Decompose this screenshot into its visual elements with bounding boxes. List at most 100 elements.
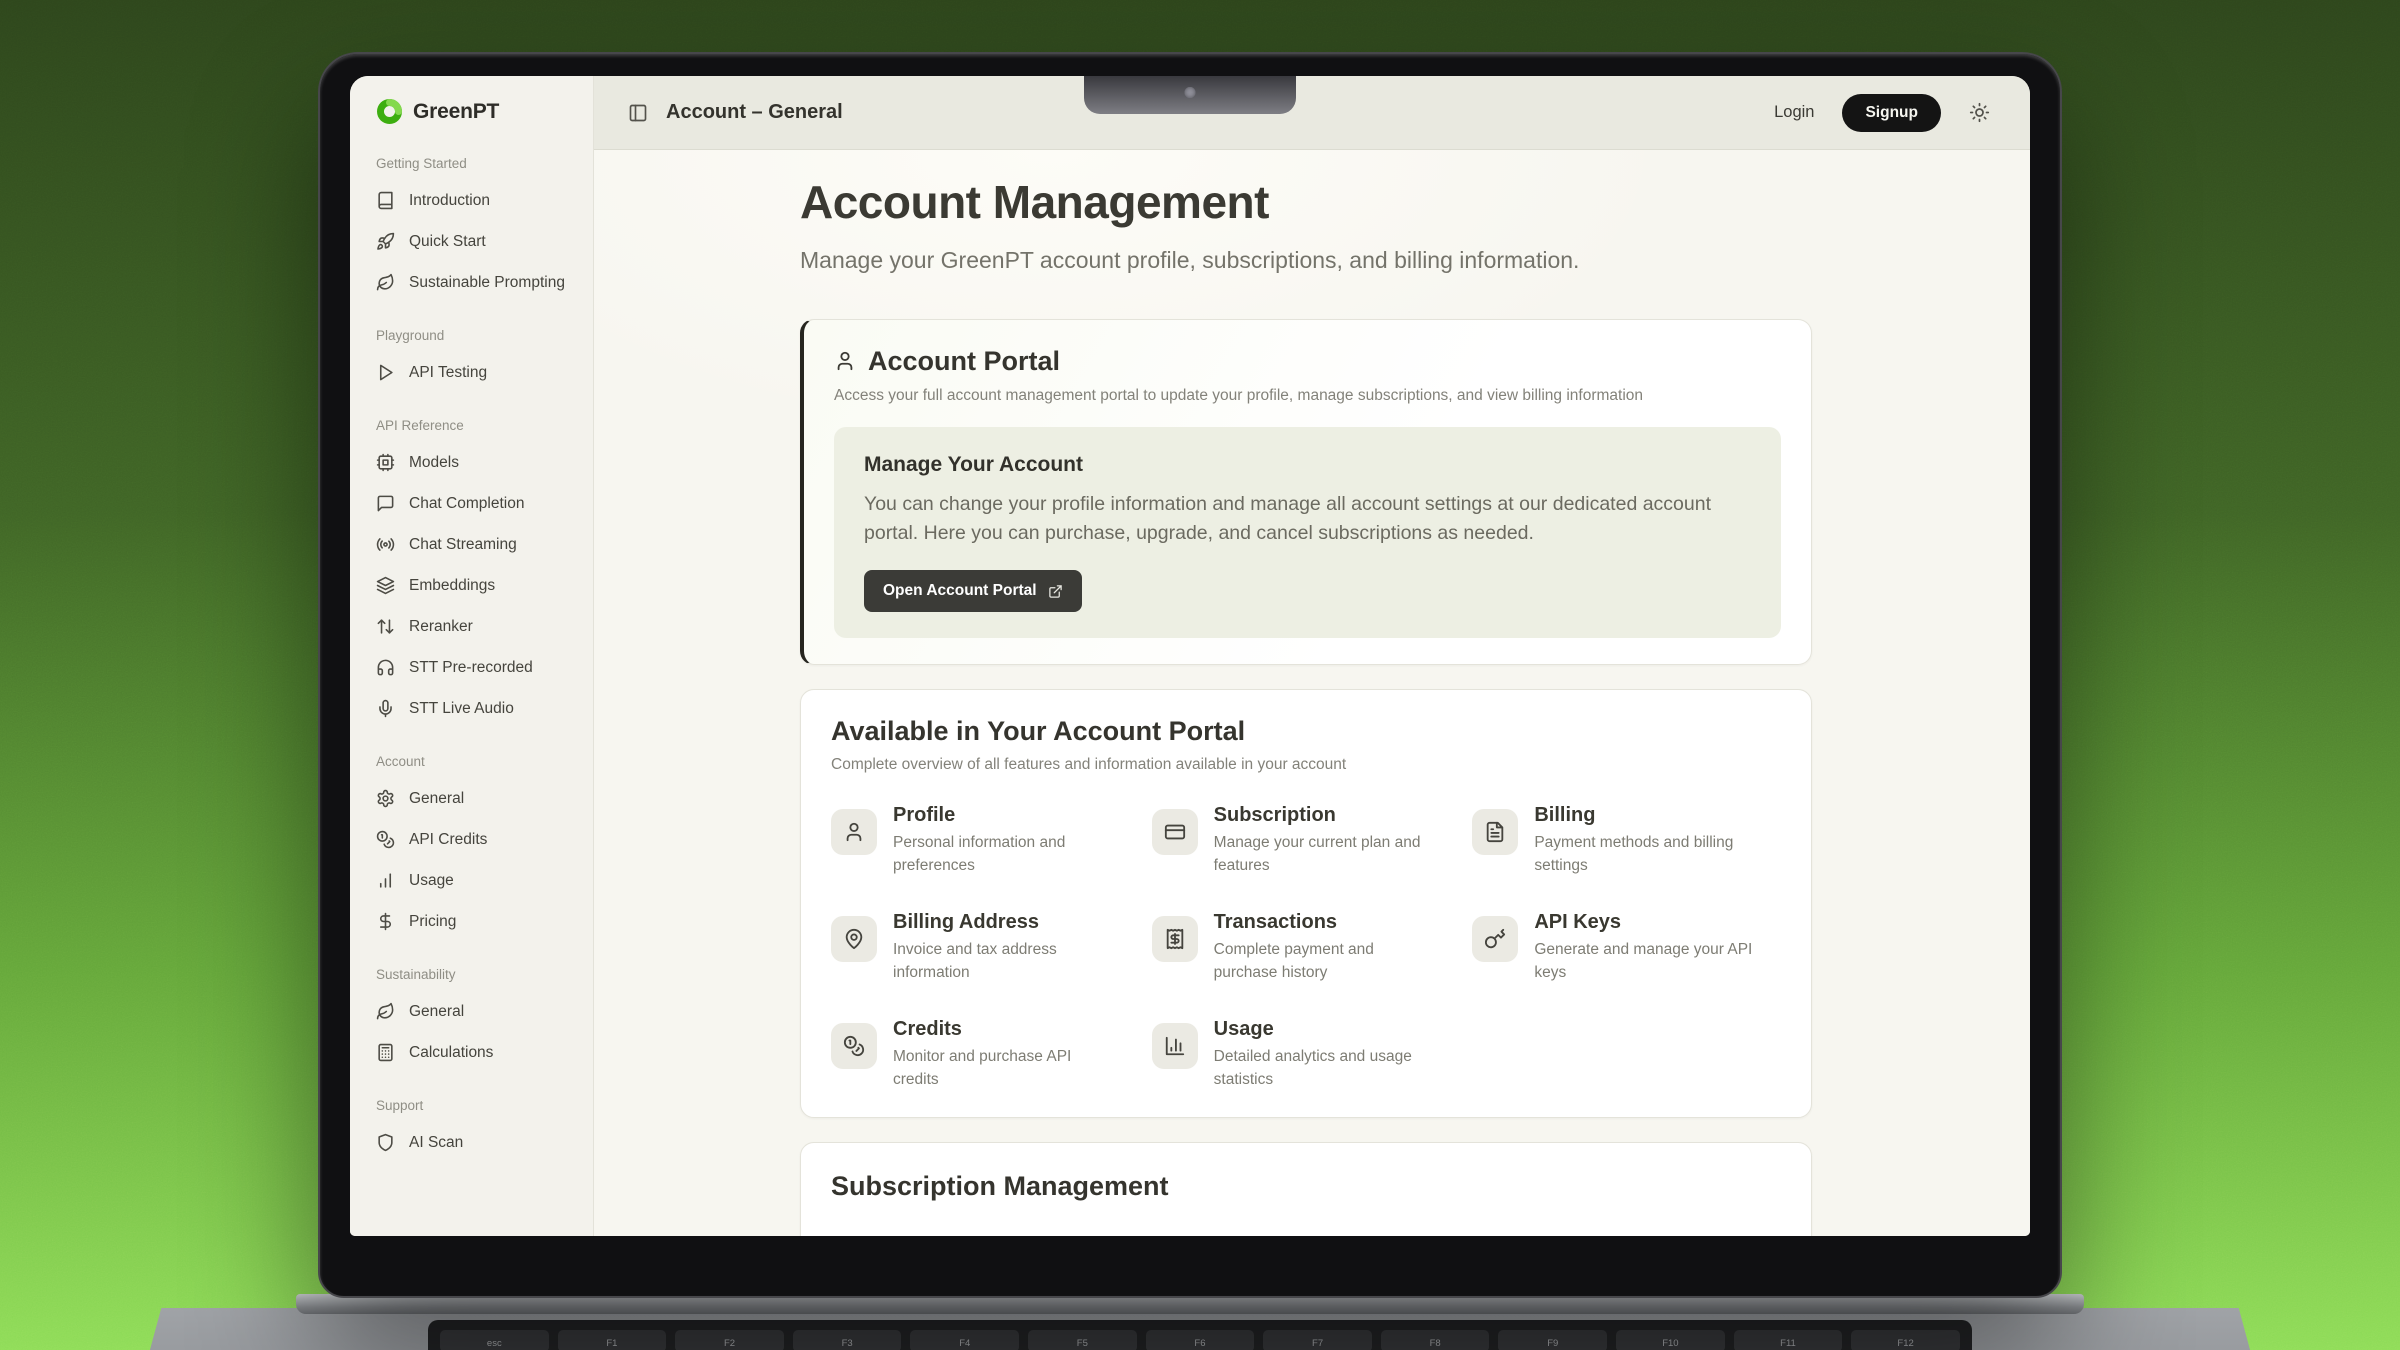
content-column: Account Management Manage your GreenPT a…: [800, 150, 1812, 1236]
sidebar-item-chat-streaming[interactable]: Chat Streaming: [364, 524, 579, 565]
dollar-icon: [376, 912, 395, 931]
transactions-icon-box: [1152, 916, 1198, 962]
section-label: Account: [376, 754, 567, 769]
play-icon: [376, 363, 395, 382]
feature-transactions: Transactions Complete payment and purcha…: [1152, 911, 1461, 984]
sidebar-item-pricing[interactable]: Pricing: [364, 901, 579, 942]
open-account-portal-button[interactable]: Open Account Portal: [864, 570, 1082, 612]
sidebar-item-sustainable-prompting[interactable]: Sustainable Prompting: [364, 262, 579, 303]
feature-title: Profile: [893, 804, 1119, 827]
brand-name: GreenPT: [413, 100, 499, 124]
sidebar-item-reranker[interactable]: Reranker: [364, 606, 579, 647]
keyboard-key: F3: [793, 1330, 902, 1350]
sidebar-toggle-icon[interactable]: [628, 103, 648, 123]
sidebar-item-ai-scan[interactable]: AI Scan: [364, 1122, 579, 1163]
sidebar-item-label: General: [409, 790, 464, 808]
sidebar-section-sustainability: Sustainability General Calculations: [364, 967, 579, 1073]
features-grid: Profile Personal information and prefere…: [831, 804, 1781, 1091]
feature-description: Manage your current plan and features: [1214, 832, 1440, 877]
feature-billing: Billing Payment methods and billing sett…: [1472, 804, 1781, 877]
account-portal-header: Account Portal: [834, 346, 1781, 377]
feature-description: Invoice and tax address information: [893, 939, 1119, 984]
usage-icon-box: [1152, 1023, 1198, 1069]
manage-account-title: Manage Your Account: [864, 453, 1751, 477]
section-label: Support: [376, 1098, 567, 1113]
cpu-icon: [376, 453, 395, 472]
signup-button[interactable]: Signup: [1842, 94, 1941, 132]
credits-icon-box: [831, 1023, 877, 1069]
sidebar-item-introduction[interactable]: Introduction: [364, 180, 579, 221]
section-label: Playground: [376, 328, 567, 343]
feature-usage: Usage Detailed analytics and usage stati…: [1152, 1018, 1461, 1091]
billing-address-icon-box: [831, 916, 877, 962]
user-icon: [834, 350, 856, 372]
sidebar-item-label: Usage: [409, 872, 454, 890]
bar-chart-icon: [1164, 1035, 1186, 1057]
keyboard-key: F10: [1616, 1330, 1725, 1350]
sidebar-item-account-general[interactable]: General: [364, 778, 579, 819]
theme-toggle-sun-icon[interactable]: [1969, 102, 1990, 123]
section-label: API Reference: [376, 418, 567, 433]
sidebar-item-chat-completion[interactable]: Chat Completion: [364, 483, 579, 524]
keyboard-key: F8: [1381, 1330, 1490, 1350]
keyboard-key: F11: [1734, 1330, 1843, 1350]
sidebar-item-sustainability-general[interactable]: General: [364, 991, 579, 1032]
coins-icon: [843, 1035, 865, 1057]
sidebar-item-models[interactable]: Models: [364, 442, 579, 483]
feature-title: Billing Address: [893, 911, 1119, 934]
microphone-icon: [376, 699, 395, 718]
sidebar-item-label: Reranker: [409, 618, 473, 636]
feature-billing-address: Billing Address Invoice and tax address …: [831, 911, 1140, 984]
sidebar: GreenPT Getting Started Introduction Qui…: [350, 76, 594, 1236]
sidebar-item-calculations[interactable]: Calculations: [364, 1032, 579, 1073]
rocket-icon: [376, 232, 395, 251]
feature-description: Payment methods and billing settings: [1534, 832, 1760, 877]
external-link-icon: [1048, 584, 1063, 599]
map-pin-icon: [843, 928, 865, 950]
account-portal-title: Account Portal: [868, 346, 1060, 377]
section-label: Sustainability: [376, 967, 567, 982]
radio-icon: [376, 535, 395, 554]
sidebar-item-quick-start[interactable]: Quick Start: [364, 221, 579, 262]
gear-icon: [376, 789, 395, 808]
credit-card-icon: [1164, 821, 1186, 843]
sidebar-item-api-credits[interactable]: API Credits: [364, 819, 579, 860]
sidebar-item-stt-pre-recorded[interactable]: STT Pre-recorded: [364, 647, 579, 688]
manage-account-panel: Manage Your Account You can change your …: [834, 427, 1781, 639]
sidebar-item-label: Introduction: [409, 192, 490, 210]
sidebar-item-embeddings[interactable]: Embeddings: [364, 565, 579, 606]
brand-logo[interactable]: GreenPT: [364, 92, 579, 131]
sidebar-item-api-testing[interactable]: API Testing: [364, 352, 579, 393]
page-title: Account Management: [800, 176, 1812, 229]
feature-api-keys: API Keys Generate and manage your API ke…: [1472, 911, 1781, 984]
message-square-icon: [376, 494, 395, 513]
sidebar-section-account: Account General API Credits Usage: [364, 754, 579, 942]
login-button[interactable]: Login: [1774, 103, 1814, 122]
feature-subscription: Subscription Manage your current plan an…: [1152, 804, 1461, 877]
keyboard-key: F12: [1851, 1330, 1960, 1350]
subscription-icon-box: [1152, 809, 1198, 855]
laptop-keyboard: escF1F2F3F4F5F6F7F8F9F10F11F12 tabQWERTY…: [428, 1320, 1972, 1350]
sidebar-item-label: General: [409, 1003, 464, 1021]
arrow-up-down-icon: [376, 617, 395, 636]
feature-title: Usage: [1214, 1018, 1440, 1041]
account-portal-description: Access your full account management port…: [834, 387, 1781, 405]
calculator-icon: [376, 1043, 395, 1062]
sidebar-item-usage[interactable]: Usage: [364, 860, 579, 901]
feature-description: Monitor and purchase API credits: [893, 1046, 1119, 1091]
key-icon: [1484, 928, 1506, 950]
keyboard-key: F1: [558, 1330, 667, 1350]
sidebar-item-label: Calculations: [409, 1044, 493, 1062]
sidebar-item-stt-live-audio[interactable]: STT Live Audio: [364, 688, 579, 729]
api-keys-icon-box: [1472, 916, 1518, 962]
greenpt-logo-icon: [376, 98, 403, 125]
laptop-base: escF1F2F3F4F5F6F7F8F9F10F11F12 tabQWERTY…: [118, 1308, 2282, 1350]
webcam-icon: [1185, 87, 1196, 98]
laptop-screen: GreenPT Getting Started Introduction Qui…: [318, 52, 2062, 1298]
topbar: Account – General Login Signup: [594, 76, 2030, 150]
coins-icon: [376, 830, 395, 849]
sidebar-item-label: Models: [409, 454, 459, 472]
feature-title: API Keys: [1534, 911, 1760, 934]
feature-description: Generate and manage your API keys: [1534, 939, 1760, 984]
subscription-management-title: Subscription Management: [831, 1171, 1781, 1202]
